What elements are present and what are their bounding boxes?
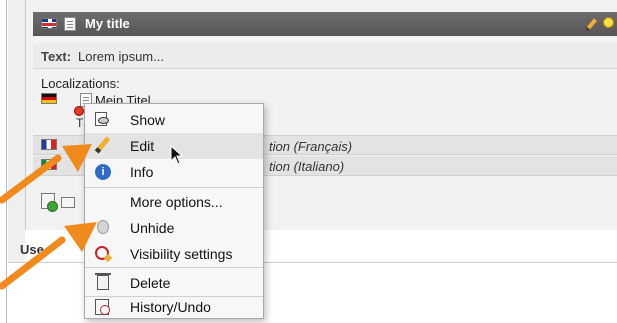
menu-item-unhide[interactable]: Unhide bbox=[85, 215, 263, 241]
page-icon[interactable] bbox=[64, 17, 76, 31]
localization-subtext: T bbox=[76, 116, 84, 130]
record-title: My title bbox=[85, 16, 130, 31]
eye-icon bbox=[95, 112, 109, 126]
lightbulb-icon[interactable] bbox=[603, 17, 614, 28]
text-label: Text: bbox=[41, 49, 72, 64]
de-flag-icon bbox=[41, 93, 57, 104]
callout-arrow-unhide-icon bbox=[0, 222, 97, 290]
menu-separator bbox=[85, 267, 263, 268]
mouse-cursor-icon bbox=[170, 145, 184, 165]
history-icon bbox=[95, 299, 110, 315]
pencil-icon[interactable] bbox=[584, 18, 598, 32]
menu-item-visibility-settings[interactable]: Visibility settings bbox=[85, 241, 263, 267]
menu-item-label: History/Undo bbox=[130, 299, 211, 315]
menu-item-more-options[interactable]: More options... bbox=[85, 189, 263, 215]
text-value: Lorem ipsum... bbox=[78, 49, 164, 64]
error-badge-icon bbox=[74, 106, 84, 116]
info-icon: i bbox=[95, 164, 111, 180]
localization-language: tion (Italiano) bbox=[269, 159, 345, 174]
callout-arrow-edit-icon bbox=[0, 144, 92, 204]
text-field-row: Text: Lorem ipsum... bbox=[33, 43, 617, 69]
menu-item-history-undo[interactable]: History/Undo bbox=[85, 294, 263, 320]
menu-item-label: Show bbox=[130, 112, 166, 128]
context-menu: Show Edit i Info More options... Unhide … bbox=[84, 103, 264, 319]
record-header: My title bbox=[33, 12, 617, 36]
menu-item-label: Unhide bbox=[130, 220, 175, 236]
uk-flag-icon[interactable] bbox=[41, 18, 57, 29]
menu-item-delete[interactable]: Delete bbox=[85, 270, 263, 296]
menu-item-label: Info bbox=[130, 164, 154, 180]
localization-language: tion (Français) bbox=[269, 139, 353, 154]
menu-item-label: More options... bbox=[130, 194, 223, 210]
menu-item-label: Delete bbox=[130, 275, 171, 291]
menu-item-label: Visibility settings bbox=[130, 246, 233, 262]
localizations-label: Localizations: bbox=[41, 76, 120, 91]
menu-item-show[interactable]: Show bbox=[85, 107, 263, 133]
pencil-icon bbox=[94, 136, 111, 154]
menu-separator bbox=[85, 187, 263, 188]
menu-item-label: Edit bbox=[130, 138, 155, 154]
